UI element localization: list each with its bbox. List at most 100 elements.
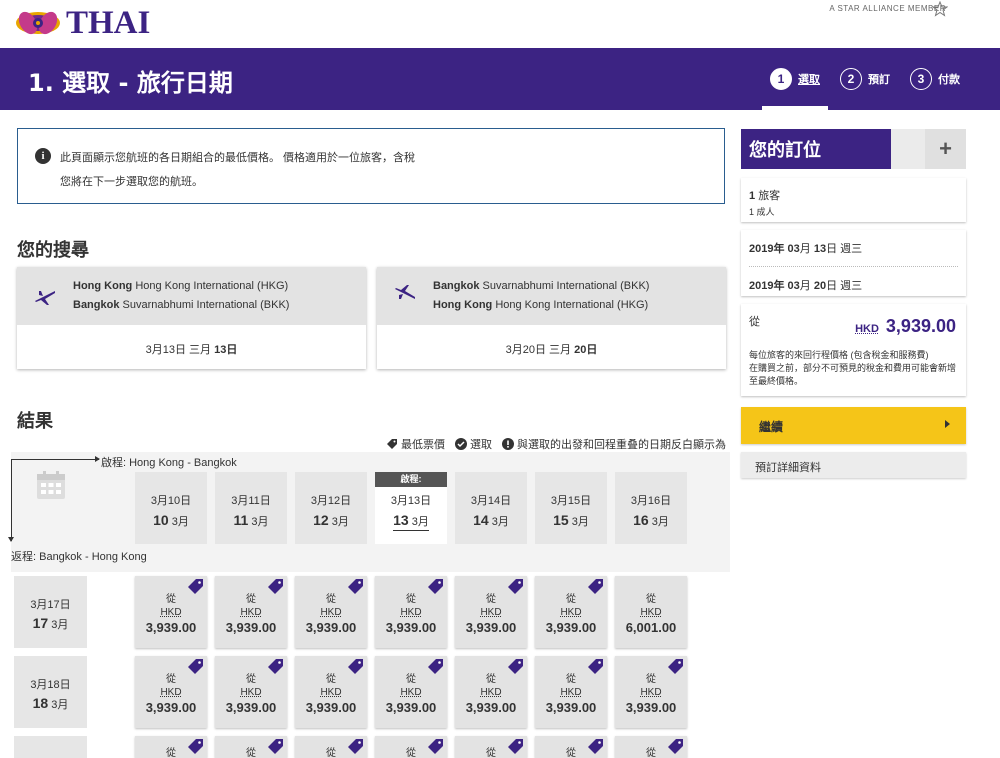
fare-cell[interactable]: 從 [375, 736, 447, 758]
lowest-fare-tag-icon [188, 579, 203, 594]
fare-cell[interactable]: 從 [535, 736, 607, 758]
plane-departure-icon [35, 291, 55, 305]
date-day: 14 [473, 512, 489, 528]
fare-price: 3,939.00 [145, 700, 197, 715]
fare-cell[interactable]: 從 HKD 3,939.00 [375, 656, 447, 728]
outbound-date-option[interactable]: 3月11日 11 3月 [215, 472, 287, 544]
date-day: 20日 [574, 344, 598, 356]
date-day: 12 [313, 512, 329, 528]
fare-price: 3,939.00 [385, 620, 437, 635]
fare-currency: HKD [240, 687, 262, 698]
lowest-fare-tag-icon [508, 659, 523, 674]
fare-currency: HKD [640, 607, 662, 618]
fare-cell[interactable]: 從 HKD 3,939.00 [455, 656, 527, 728]
step-label: 付款 [938, 74, 960, 86]
fare-cell[interactable]: 從 HKD 3,939.00 [455, 576, 527, 648]
route-panel: Hong Kong Hong Kong International (HKG) … [17, 267, 366, 325]
fare-cell[interactable]: 從 HKD 3,939.00 [295, 656, 367, 728]
return-date-row-header [14, 736, 87, 758]
expand-booking-button[interactable]: + [925, 129, 966, 169]
selected-outbound-badge: 啟程: [375, 472, 447, 487]
destination-city: Bangkok [73, 299, 120, 311]
lowest-fare-tag-icon [508, 739, 523, 754]
step-number: 3 [910, 68, 932, 90]
alliance-text: A STAR ALLIANCE MEMBER [829, 4, 946, 13]
fare-cell[interactable]: 從 [215, 736, 287, 758]
step-number: 2 [840, 68, 862, 90]
travellers-panel: 1 旅客 1 成人 [741, 178, 966, 222]
fare-cell[interactable]: 從 HKD 3,939.00 [375, 576, 447, 648]
outbound-date-option[interactable]: 3月15日 15 3月 [535, 472, 607, 544]
search-title: 您的搜尋 [17, 240, 89, 261]
search-date: 3月13日 三月 13日 [17, 341, 366, 357]
price-note: 每位旅客的來回行程價格 (包含稅金和服務費) [749, 350, 929, 360]
destination-city: Hong Kong [433, 299, 493, 311]
fare-cell[interactable]: 從 HKD 3,939.00 [215, 656, 287, 728]
results-title: 結果 [17, 411, 53, 432]
outbound-date-option[interactable]: 3月10日 10 3月 [135, 472, 207, 544]
fare-currency: HKD [560, 687, 582, 698]
fare-currency: HKD [160, 607, 182, 618]
date-day: 10 [153, 512, 169, 528]
fare-cell[interactable]: 從 HKD 3,939.00 [535, 656, 607, 728]
fare-cell[interactable]: 從 [135, 736, 207, 758]
fare-cell[interactable]: 從 [615, 736, 687, 758]
fare-cell[interactable]: 從 HKD 6,001.00 [615, 576, 687, 648]
date-full: 3月13日 [390, 495, 432, 507]
booking-details-button[interactable]: 預訂詳細資料 [741, 452, 966, 478]
outbound-date-option[interactable]: 3月16日 16 3月 [615, 472, 687, 544]
page-title: 1. 選取 - 旅行日期 [28, 69, 233, 97]
fare-currency: HKD [480, 607, 502, 618]
return-search-card: Bangkok Suvarnabhumi International (BKK)… [377, 267, 726, 369]
page-header: 1. 選取 - 旅行日期 1 選取 2 預訂 3 付款 [0, 48, 1000, 110]
fare-price: 3,939.00 [225, 700, 277, 715]
fare-cell[interactable]: 從 HKD 3,939.00 [215, 576, 287, 648]
step-book[interactable]: 2 預訂 [840, 48, 890, 110]
fare-currency: HKD [400, 687, 422, 698]
date-month: 3月 [51, 699, 69, 711]
date-day: 11 [233, 512, 249, 528]
fare-cell[interactable]: 從 HKD 3,939.00 [615, 656, 687, 728]
fare-price: 3,939.00 [385, 700, 437, 715]
outbound-arrow [11, 456, 100, 462]
orchid-logo-icon [16, 11, 60, 35]
fare-cell[interactable]: 從 HKD 3,939.00 [535, 576, 607, 648]
fare-currency: HKD [240, 607, 262, 618]
lowest-fare-tag-icon [668, 739, 683, 754]
date-short: 13 3月 [393, 512, 429, 531]
outbound-date-option[interactable]: 3月12日 12 3月 [295, 472, 367, 544]
date-day: 18 [32, 695, 49, 711]
lowest-fare-tag-icon [428, 579, 443, 594]
origin-city: Bangkok [433, 280, 480, 292]
fare-cell[interactable]: 從 HKD 3,939.00 [135, 576, 207, 648]
lowest-fare-tag-icon [188, 659, 203, 674]
legend-overlap-label: 與選取的出發和回程重叠的日期反白顯示為 [517, 439, 726, 451]
date-short: 14 3月 [455, 512, 527, 529]
continue-button[interactable]: 繼續 [741, 407, 966, 444]
date-full: 3月16日 [630, 495, 672, 507]
step-select[interactable]: 1 選取 [762, 48, 828, 110]
lowest-fare-tag-icon [268, 579, 283, 594]
return-date-summary: 2019年 03月 20日 週三 [749, 280, 863, 292]
fare-cell[interactable]: 從 HKD 3,939.00 [135, 656, 207, 728]
fare-cell[interactable]: 從 [295, 736, 367, 758]
date-month: 3月 [651, 516, 669, 528]
travellers-summary: 1 旅客 [749, 187, 958, 203]
date-prefix: 3月13日 三月 [145, 344, 212, 356]
outbound-date-option[interactable]: 3月14日 14 3月 [455, 472, 527, 544]
date-short: 10 3月 [135, 512, 207, 529]
date-short: 17 3月 [14, 615, 87, 632]
date-full: 3月17日 [30, 599, 71, 611]
thai-logo[interactable]: THAI [14, 2, 150, 44]
fare-currency: HKD [640, 687, 662, 698]
price-tag-icon [387, 439, 397, 449]
step-pay[interactable]: 3 付款 [910, 48, 960, 110]
date-short: 15 3月 [535, 512, 607, 529]
legend-selected-label: 選取 [470, 439, 492, 451]
date-full: 3月14日 [470, 495, 512, 507]
fare-cell[interactable]: 從 HKD 3,939.00 [295, 576, 367, 648]
lowest-fare-tag-icon [348, 579, 363, 594]
fare-cell[interactable]: 從 [455, 736, 527, 758]
check-circle-icon [455, 438, 467, 450]
fare-price: 3,939.00 [625, 700, 677, 715]
